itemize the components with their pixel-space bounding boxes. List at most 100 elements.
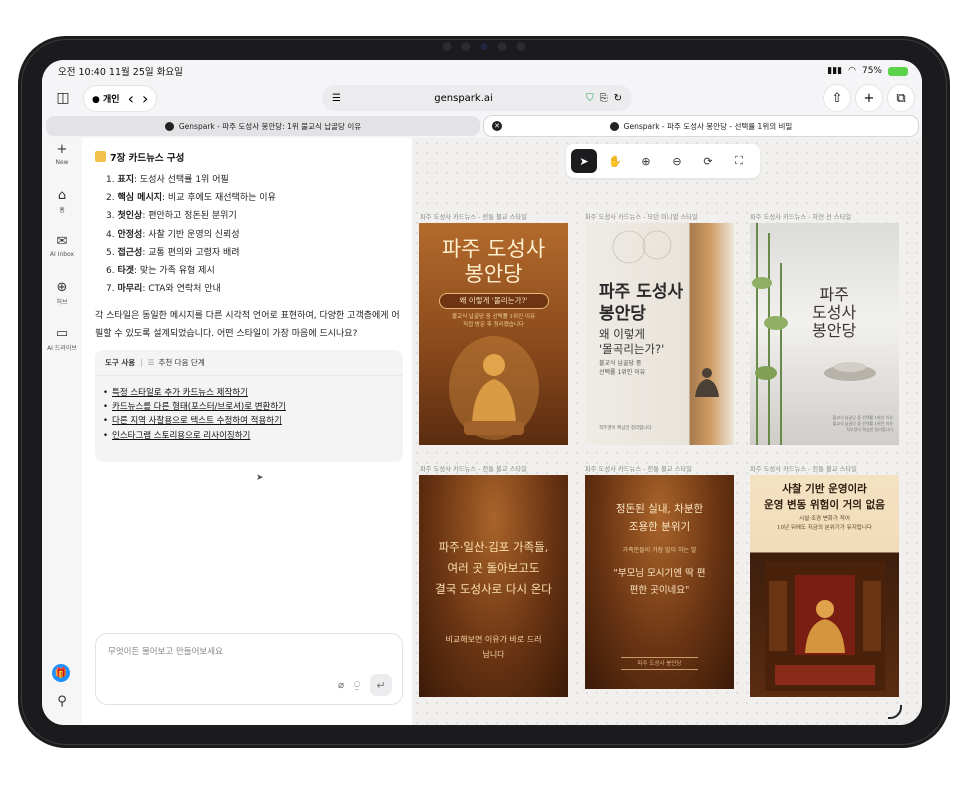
card-caption: 파주 도성사 카드뉴스 - 전통 불교 스타일 (750, 466, 857, 473)
translate-icon[interactable]: ⎘ (600, 93, 608, 104)
list-item: 5. 접근성: 교통 편의와 고령자 배려 (106, 247, 240, 258)
card-headline: 사찰 기반 운영이라 운영 변동 위험이 거의 없음 (764, 483, 885, 511)
tools-panel: 도구 사용|☰추천 다음 단계 특정 스타일로 추가 카드뉴스 제작하기 카드뉴… (95, 350, 403, 462)
card-caption: 파주 도성사 카드뉴스 - 전통 불교 스타일 (420, 214, 527, 221)
card-subtitle: 불교식 납골당 중 선택률 1위인 이유 (599, 360, 646, 376)
send-button[interactable]: ↵ (370, 674, 392, 696)
list-item: 3. 첫인상: 편안하고 정돈된 분위기 (106, 211, 237, 222)
sidebar-item-home[interactable]: ⌂ 홈 (42, 188, 82, 214)
suggestion-link[interactable]: 특정 스타일로 추가 카드뉴스 제작하기 (103, 386, 286, 400)
shield-icon[interactable]: ⛉ (586, 93, 594, 104)
canvas-panel: ➤ ✋ ⊕ ⊖ ⟳ ⛶ 파주 도성사 카드뉴스 - 전통 불교 스타일 파주 도… (412, 138, 922, 725)
new-tab-icon[interactable]: + (856, 85, 882, 111)
card-news-3[interactable]: 파주 도성사 봉안당 불교식 납골당 중 선택률 1위인 이유 불교식 납골당 중 선… (750, 223, 899, 445)
card-footer: 비교해보면 이유가 바로 드러 납니다 (445, 635, 542, 659)
list-item: 1. 표지: 도성사 선택률 1위 어필 (106, 175, 229, 185)
folder-icon: ▭ (55, 326, 69, 341)
gift-icon[interactable]: 🎁 (52, 664, 70, 682)
card-news-6[interactable]: 사찰 기반 운영이라 운영 변동 위험이 거의 없음 시설·조경 변화가 적어 10… (750, 475, 899, 697)
wifi-icon: ◠ (848, 66, 856, 76)
card-subtitle: 시설·조경 변화가 적어 10년 뒤에도 지금의 분위기가 유지됩니다 (777, 516, 872, 531)
card-footer: 파주 도성사 봉안당 (621, 657, 698, 670)
attach-icon[interactable]: ⌀ (338, 680, 344, 691)
zoom-out-icon[interactable]: ⊖ (664, 149, 690, 173)
card-quote: "부모님 모시기엔 딱 편 편한 곳이네요" (613, 568, 706, 596)
input-placeholder: 무엇이든 물어보고 만들어보세요 (108, 647, 223, 657)
fit-screen-icon[interactable]: ⛶ (726, 149, 752, 173)
screen: 오전 10:40 11월 25일 화요일 ▮▮▮ ◠ 75% ◫ ● 개인 ‹ … (42, 60, 922, 725)
list-item: 6. 타겟: 맞는 가족 유형 제시 (106, 266, 215, 277)
tab-bar: Genspark - 파주 도성사 봉안당: 1위 불교식 납골당 이유 ✕ Ge… (42, 114, 922, 138)
list-item: 2. 핵심 메시지: 비교 후에도 재선택하는 이유 (106, 193, 276, 204)
status-time: 오전 10:40 (58, 67, 106, 78)
chat-panel: 7장 카드뉴스 구성 1. 표지: 도성사 선택률 1위 어필 2. 핵심 메시… (82, 138, 412, 725)
card-footer: 직부경이 핵심만 정리합니다 (599, 426, 652, 431)
list-item: 7. 마무리: CTA와 연락처 안내 (106, 284, 221, 295)
canvas-toolbar: ➤ ✋ ⊕ ⊖ ⟳ ⛶ (566, 144, 760, 178)
list-icon: ☰ (147, 358, 155, 367)
buddha-statue-icon (448, 336, 539, 440)
battery-percent: 75% (861, 66, 882, 76)
card-caption: 파주 도성사 카드뉴스 - 모던 미니멀 스타일 (585, 214, 698, 221)
tabs-overview-icon[interactable]: ⧉ (888, 85, 914, 111)
meditation-cushion-icon (824, 362, 876, 381)
card-news-5[interactable]: 정돈된 실내, 차분한 조용한 분위기 가족분들이 가장 많이 하는 말 "부모님… (585, 475, 734, 689)
card-title: 파주 도성사 봉안당 (441, 237, 546, 286)
profile-nav-pill: ● 개인 ‹ › (84, 85, 157, 111)
camera-cluster (442, 42, 526, 51)
sidebar-toggle-icon[interactable]: ◫ (52, 87, 74, 109)
hand-tool-icon[interactable]: ✋ (602, 149, 628, 173)
suggestion-link[interactable]: 인스타그램 스토리용으로 리사이징하기 (103, 429, 286, 443)
lotus-pattern-icon (612, 230, 672, 264)
tab-2[interactable]: ✕ Genspark - 파주 도성사 봉안당 - 선택률 1위의 비밀 (484, 116, 918, 136)
card-headline: 파주·일산·김포 가족들, 여러 곳 돌아보고도 결국 도성사로 다시 온다 (435, 540, 552, 596)
back-icon[interactable]: ‹ (128, 89, 134, 108)
card-headline: 왜 이렇게 '몰곡리는가?' (599, 327, 665, 356)
sidebar-label: AI 드라이브 (47, 345, 77, 352)
card-news-1[interactable]: 파주 도성사 봉안당 왜 이렇게 '몰리는가?' 불교식 납골당 중 선택률 1위… (419, 223, 568, 445)
profile-button[interactable]: ● 개인 (92, 92, 120, 105)
tab-1[interactable]: Genspark - 파주 도성사 봉안당: 1위 불교식 납골당 이유 (46, 116, 480, 136)
sidebar-item-new[interactable]: + New (42, 142, 82, 166)
suggestion-link[interactable]: 다른 지역 사찰용으로 텍스트 수정하여 적용하기 (103, 414, 286, 428)
card-news-2[interactable]: 파주 도성사 봉안당 왜 이렇게 '몰곡리는가?' 불교식 납골당 중 선택률 1위인… (585, 223, 734, 445)
tab-label: Genspark - 파주 도성사 봉안당 - 선택률 1위의 비밀 (623, 121, 793, 131)
bamboo-plants-icon (752, 223, 788, 445)
zoom-in-icon[interactable]: ⊕ (633, 149, 659, 173)
rotate-icon[interactable]: ⟳ (695, 149, 721, 173)
section-title: 7장 카드뉴스 구성 (95, 150, 184, 164)
tools-header[interactable]: 도구 사용 | ☰ 추천 다음 단계 (95, 350, 403, 376)
sidebar-item-drive[interactable]: ▭ AI 드라이브 (42, 326, 82, 352)
pointer-tool-icon[interactable]: ➤ (571, 149, 597, 173)
sidebar-label: 허브 (56, 299, 68, 306)
list-item: 4. 안정성: 사찰 기반 운영의 신뢰성 (106, 229, 240, 240)
buddha-shrine-icon (765, 561, 885, 691)
tab-label: Genspark - 파주 도성사 봉안당: 1위 불교식 납골당 이유 (178, 121, 362, 131)
close-tab-icon[interactable]: ✕ (492, 121, 502, 131)
forward-icon[interactable]: › (142, 89, 148, 108)
sidebar-item-inbox[interactable]: ✉ AI Inbox (42, 234, 82, 258)
chat-message: 각 스타일은 동일한 메시지를 다른 시각적 언어로 표현하여, 다양한 고객층… (95, 311, 400, 339)
book-icon (95, 151, 106, 162)
genspark-icon (609, 121, 619, 131)
card-ribbon: 왜 이렇게 '몰리는가?' (438, 293, 549, 309)
card-caption: 파주 도성사 카드뉴스 - 자연 선 스타일 (750, 214, 852, 221)
card-subtitle: 가족분들이 가장 많이 하는 말 (622, 547, 697, 554)
app-sidebar: + New ⌂ 홈 ✉ AI Inbox ⊕ 허브 ▭ AI 드라이브 🎁 ⚲ (42, 138, 82, 725)
mic-icon[interactable]: ⍜ (354, 680, 360, 691)
suggestion-link[interactable]: 카드뉴스를 다른 형태(포스터/브로셔)로 변환하기 (103, 400, 286, 414)
address-bar[interactable]: ☰ genspark.ai ⛉ ⎘ ↻ (322, 85, 632, 111)
plus-icon: + (56, 142, 68, 157)
genspark-icon (164, 121, 174, 131)
user-icon[interactable]: ⚲ (42, 694, 82, 711)
card-headline: 정돈된 실내, 차분한 조용한 분위기 (615, 503, 704, 533)
page-menu-icon[interactable]: ☰ (332, 93, 341, 104)
status-bar: 오전 10:40 11월 25일 화요일 ▮▮▮ ◠ 75% (42, 60, 922, 82)
reload-icon[interactable]: ↻ (614, 93, 622, 104)
tools-next-label: 추천 다음 단계 (158, 358, 205, 367)
share-icon[interactable]: ⇧ (824, 85, 850, 111)
card-caption: 파주 도성사 카드뉴스 - 전통 불교 스타일 (585, 466, 692, 473)
chat-input[interactable]: 무엇이든 물어보고 만들어보세요 ⌀ ⍜ ↵ (95, 633, 403, 705)
sidebar-item-hub[interactable]: ⊕ 허브 (42, 280, 82, 306)
card-news-4[interactable]: 파주·일산·김포 가족들, 여러 곳 돌아보고도 결국 도성사로 다시 온다 비교해… (419, 475, 568, 697)
